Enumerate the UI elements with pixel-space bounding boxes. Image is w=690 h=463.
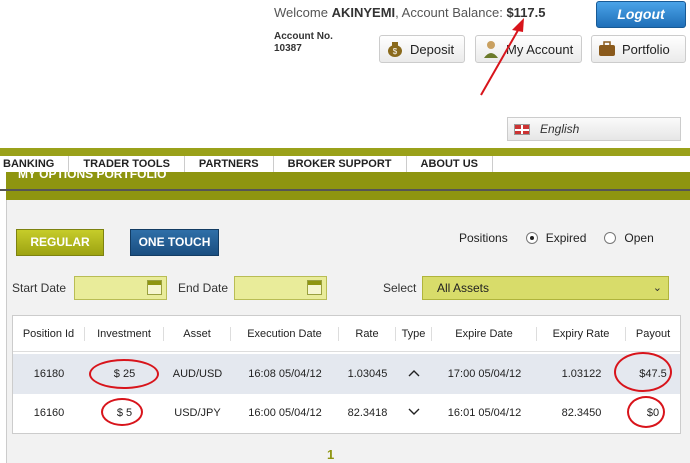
rate: 82.3418 bbox=[347, 407, 388, 419]
position-id: 16160 bbox=[33, 407, 65, 419]
portfolio-title: MY OPTIONS PORTFOLIO bbox=[18, 172, 167, 181]
rate: 1.03045 bbox=[347, 368, 388, 380]
annotation-circle bbox=[614, 352, 672, 392]
nav-item-partners[interactable]: PARTNERS bbox=[185, 156, 274, 172]
page: Welcome AKINYEMI, Account Balance: $117.… bbox=[0, 0, 690, 463]
main-nav: BANKING TRADER TOOLS PARTNERS BROKER SUP… bbox=[0, 156, 690, 172]
language-selector[interactable]: English bbox=[507, 117, 681, 141]
asset-select-value: All Assets bbox=[437, 281, 490, 295]
annotation-circle bbox=[101, 398, 143, 426]
column-header: Type bbox=[396, 326, 432, 341]
start-date-label: Start Date bbox=[12, 281, 67, 295]
calendar-icon[interactable] bbox=[147, 280, 162, 295]
column-header: Expire Date bbox=[432, 326, 537, 341]
nav-item-banking[interactable]: BANKING bbox=[0, 156, 70, 172]
nav-bar-strip bbox=[0, 148, 690, 156]
expire-date: 17:00 05/04/12 bbox=[447, 368, 522, 380]
start-date-input[interactable] bbox=[74, 276, 167, 300]
annotation-arrow bbox=[480, 18, 524, 96]
asset: AUD/USD bbox=[172, 368, 223, 380]
asset-select[interactable]: All Assets ⌄ bbox=[422, 276, 669, 300]
divider bbox=[0, 189, 690, 191]
open-radio[interactable] bbox=[604, 232, 617, 244]
column-header: Expiry Rate bbox=[537, 326, 626, 341]
put-down-icon bbox=[396, 407, 432, 419]
column-header: Rate bbox=[339, 326, 396, 341]
open-label: Open bbox=[624, 231, 654, 245]
annotation-circle bbox=[627, 396, 665, 428]
nav-item-about-us[interactable]: ABOUT US bbox=[407, 156, 493, 172]
positions-filter: Positions Expired Open bbox=[459, 231, 654, 245]
position-id: 16180 bbox=[33, 368, 65, 380]
column-header: Execution Date bbox=[231, 326, 339, 341]
nav-item-broker-support[interactable]: BROKER SUPPORT bbox=[274, 156, 407, 172]
expired-label: Expired bbox=[545, 231, 587, 245]
regular-button[interactable]: REGULAR bbox=[16, 229, 104, 256]
portfolio-title-bar: MY OPTIONS PORTFOLIO bbox=[6, 172, 690, 200]
expiry-rate: 82.3450 bbox=[561, 407, 602, 419]
uk-flag-icon bbox=[514, 123, 530, 135]
table-header-row: Position Id Investment Asset Execution D… bbox=[13, 316, 680, 352]
execution-date: 16:00 05/04/12 bbox=[248, 407, 322, 419]
asset: USD/JPY bbox=[174, 407, 221, 419]
expired-radio[interactable] bbox=[525, 232, 538, 244]
column-header: Payout bbox=[635, 327, 671, 340]
end-date-input[interactable] bbox=[234, 276, 327, 300]
call-up-icon bbox=[396, 368, 432, 380]
column-header: Asset bbox=[164, 326, 231, 341]
language-label: English bbox=[540, 122, 580, 136]
execution-date: 16:08 05/04/12 bbox=[248, 368, 322, 380]
expiry-rate: 1.03122 bbox=[561, 368, 602, 380]
column-header: Position Id bbox=[13, 326, 85, 341]
pager-current-page[interactable]: 1 bbox=[327, 447, 334, 462]
annotation-circle bbox=[89, 359, 159, 389]
column-header: Investment bbox=[85, 326, 164, 341]
expire-date: 16:01 05/04/12 bbox=[447, 407, 522, 419]
nav-item-trader-tools[interactable]: TRADER TOOLS bbox=[69, 156, 185, 172]
end-date-label: End Date bbox=[178, 281, 229, 295]
calendar-icon[interactable] bbox=[307, 280, 322, 295]
one-touch-button[interactable]: ONE TOUCH bbox=[130, 229, 219, 256]
positions-label: Positions bbox=[459, 231, 508, 245]
chevron-down-icon: ⌄ bbox=[652, 282, 662, 294]
select-label: Select bbox=[383, 281, 417, 295]
